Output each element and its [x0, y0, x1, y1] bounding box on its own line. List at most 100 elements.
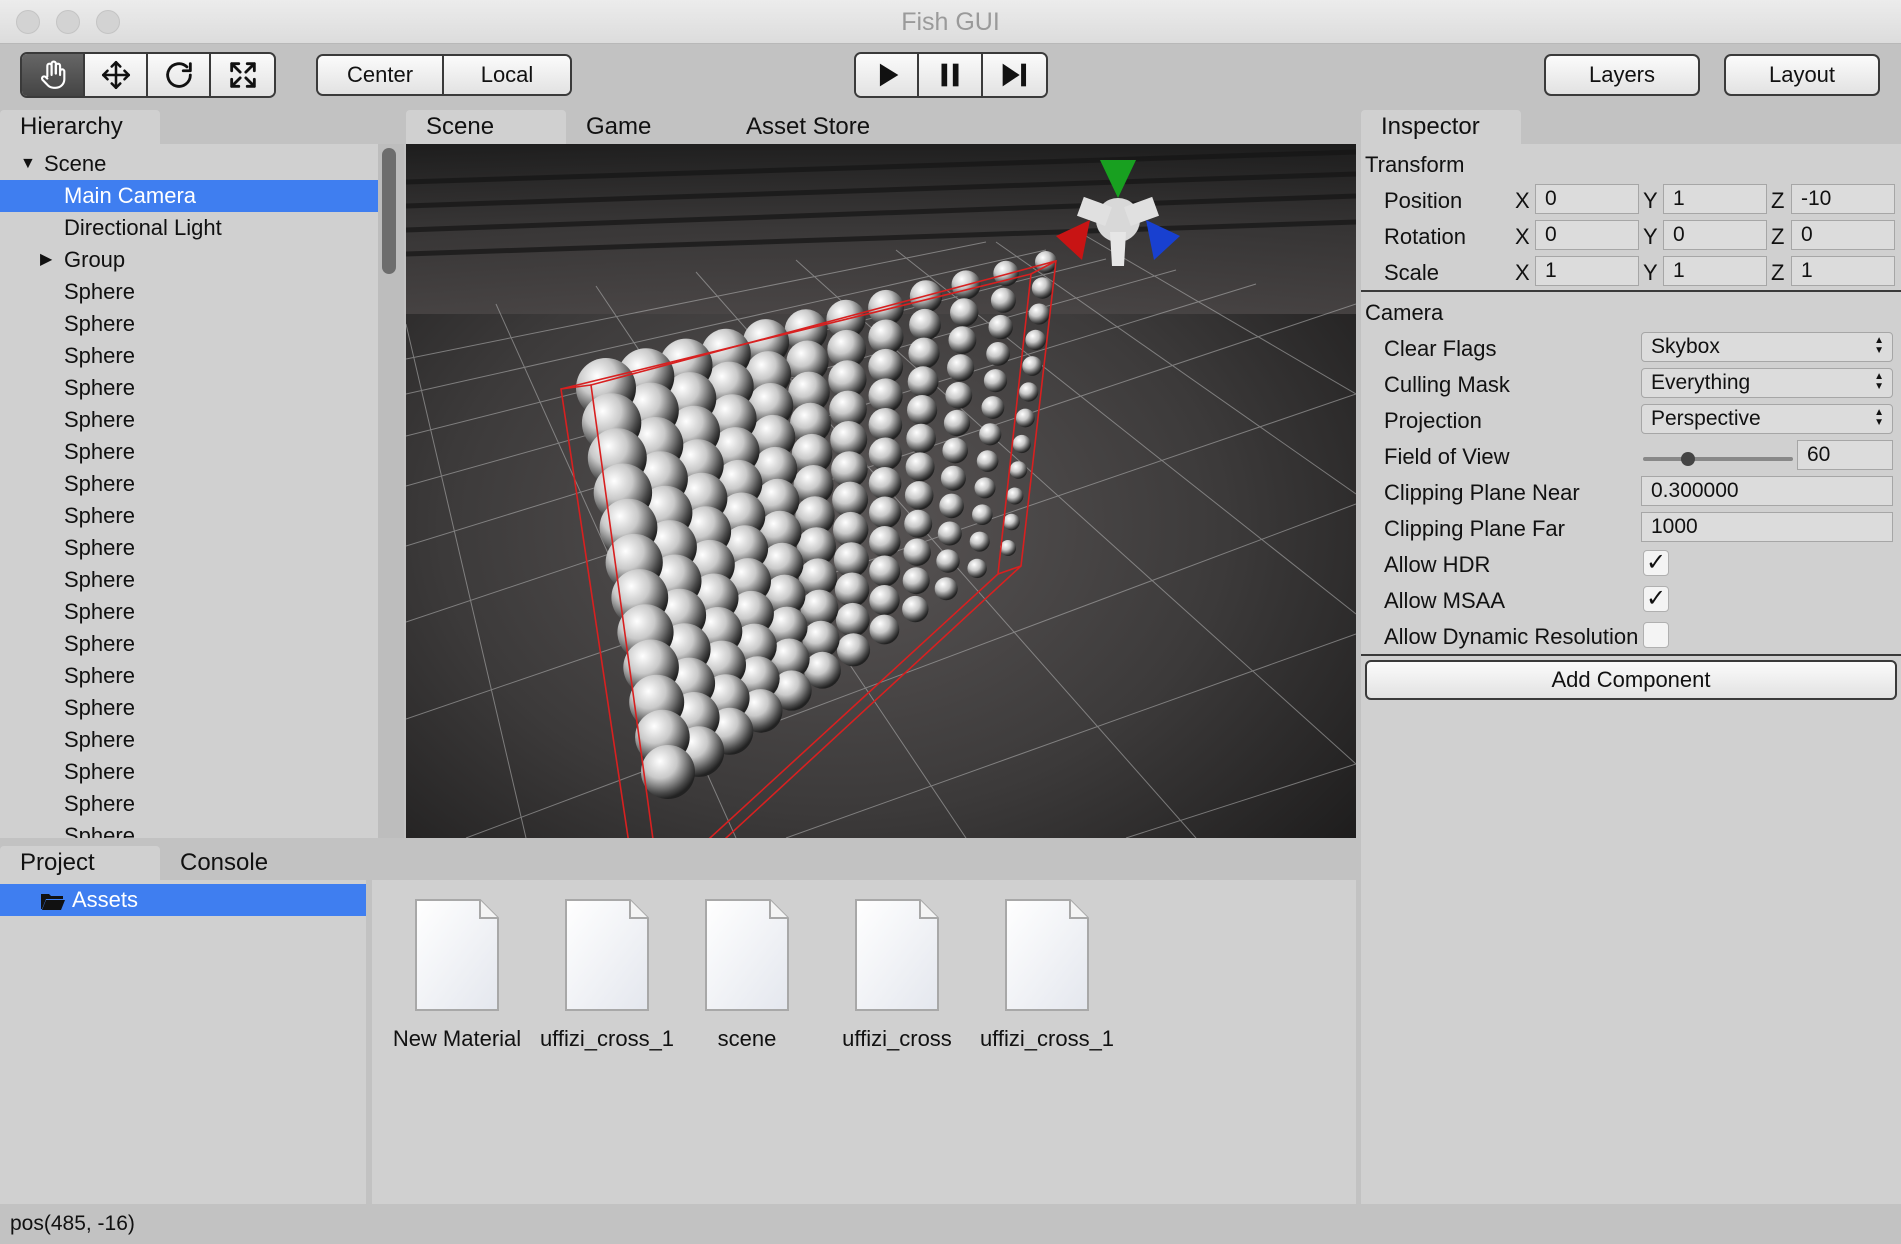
- clip-near-field[interactable]: 0.300000: [1641, 476, 1893, 506]
- sphere-object[interactable]: [904, 509, 933, 538]
- sphere-object[interactable]: [1019, 382, 1039, 402]
- sphere-object[interactable]: [835, 602, 870, 637]
- layout-button[interactable]: Layout: [1724, 54, 1880, 96]
- sphere-object[interactable]: [869, 555, 901, 587]
- hierarchy-item[interactable]: Sphere: [0, 756, 380, 788]
- sphere-object[interactable]: [868, 437, 902, 471]
- asset-item[interactable]: scene: [672, 898, 822, 1052]
- tab-game[interactable]: Game: [566, 110, 726, 144]
- tab-hierarchy[interactable]: Hierarchy: [0, 110, 160, 144]
- sphere-object[interactable]: [1012, 434, 1031, 454]
- hierarchy-item[interactable]: Sphere: [0, 276, 380, 308]
- asset-item[interactable]: uffizi_cross_1: [532, 898, 682, 1052]
- projection-dropdown[interactable]: Perspective ▲ ▼: [1641, 404, 1893, 434]
- tab-scene[interactable]: Scene: [406, 110, 566, 144]
- sphere-object[interactable]: [967, 558, 987, 579]
- scale-tool-button[interactable]: [211, 54, 274, 96]
- scale-y-field[interactable]: 1: [1663, 256, 1767, 286]
- sphere-object[interactable]: [868, 467, 902, 500]
- sphere-object[interactable]: [1006, 487, 1024, 505]
- sphere-object[interactable]: [907, 395, 938, 426]
- sphere-object[interactable]: [940, 465, 966, 491]
- sphere-object[interactable]: [972, 504, 993, 525]
- allow-dynamic-resolution-checkbox[interactable]: [1643, 622, 1669, 648]
- sphere-object[interactable]: [902, 595, 929, 623]
- rotate-tool-button[interactable]: [148, 54, 212, 96]
- sphere-object[interactable]: [979, 423, 1002, 446]
- hierarchy-item[interactable]: ▶ Group: [0, 244, 380, 276]
- sphere-object[interactable]: [969, 531, 990, 552]
- sphere-object[interactable]: [983, 369, 1008, 393]
- sphere-object[interactable]: [1000, 540, 1016, 556]
- add-component-button[interactable]: Add Component: [1365, 660, 1897, 700]
- hierarchy-item[interactable]: Sphere: [0, 340, 380, 372]
- sphere-object[interactable]: [937, 521, 962, 546]
- sphere-object[interactable]: [942, 437, 968, 464]
- hierarchy-item[interactable]: ▼ Scene: [0, 148, 380, 180]
- hierarchy-item[interactable]: Sphere: [0, 372, 380, 404]
- asset-item[interactable]: uffizi_cross_1: [972, 898, 1122, 1052]
- hierarchy-item[interactable]: Sphere: [0, 436, 380, 468]
- position-z-field[interactable]: -10: [1791, 184, 1895, 214]
- sphere-object[interactable]: [869, 496, 901, 529]
- center-pivot-button[interactable]: Center: [318, 56, 445, 94]
- allow-hdr-checkbox[interactable]: ✓: [1643, 550, 1669, 576]
- sphere-object[interactable]: [868, 408, 903, 442]
- hierarchy-item[interactable]: Sphere: [0, 564, 380, 596]
- pause-button[interactable]: [919, 54, 983, 96]
- sphere-object[interactable]: [905, 452, 935, 482]
- tab-asset-store[interactable]: Asset Store: [726, 110, 966, 144]
- sphere-object[interactable]: [974, 477, 996, 499]
- sphere-object[interactable]: [902, 567, 930, 595]
- hierarchy-item[interactable]: Sphere: [0, 500, 380, 532]
- project-tree-item-assets[interactable]: Assets: [0, 884, 366, 916]
- sphere-object[interactable]: [1009, 461, 1028, 479]
- sphere-object[interactable]: [904, 481, 934, 510]
- sphere-object[interactable]: [943, 409, 971, 437]
- sphere-object[interactable]: [936, 549, 960, 573]
- position-x-field[interactable]: 0: [1535, 184, 1639, 214]
- position-y-field[interactable]: 1: [1663, 184, 1767, 214]
- sphere-object[interactable]: [981, 396, 1005, 419]
- sphere-object[interactable]: [1031, 277, 1054, 299]
- sphere-object[interactable]: [950, 298, 979, 327]
- sphere-object[interactable]: [906, 423, 936, 454]
- expand-triangle-right-icon[interactable]: ▶: [40, 244, 52, 276]
- sphere-object[interactable]: [869, 614, 900, 645]
- sphere-object[interactable]: [934, 577, 958, 601]
- sphere-object[interactable]: [834, 572, 870, 607]
- sphere-object[interactable]: [833, 542, 869, 578]
- sphere-object[interactable]: [976, 450, 999, 472]
- local-pivot-button[interactable]: Local: [444, 56, 570, 94]
- sphere-object[interactable]: [1003, 513, 1020, 531]
- hand-tool-button[interactable]: [22, 54, 86, 96]
- clip-far-field[interactable]: 1000: [1641, 512, 1893, 542]
- play-button[interactable]: [856, 54, 920, 96]
- scale-z-field[interactable]: 1: [1791, 256, 1895, 286]
- allow-msaa-checkbox[interactable]: ✓: [1643, 586, 1669, 612]
- sphere-object[interactable]: [948, 326, 977, 354]
- hierarchy-item[interactable]: Sphere: [0, 660, 380, 692]
- tab-console[interactable]: Console: [160, 846, 320, 880]
- scene-render[interactable]: [406, 144, 1356, 838]
- tab-inspector[interactable]: Inspector: [1361, 110, 1521, 144]
- hierarchy-item[interactable]: Sphere: [0, 468, 380, 500]
- sphere-object[interactable]: [641, 745, 695, 799]
- sphere-object[interactable]: [903, 538, 931, 566]
- sphere-object[interactable]: [986, 342, 1010, 366]
- hierarchy-item[interactable]: Sphere: [0, 404, 380, 436]
- hierarchy-item[interactable]: Sphere: [0, 308, 380, 340]
- hierarchy-item[interactable]: Sphere: [0, 692, 380, 724]
- sphere-object[interactable]: [1028, 303, 1050, 325]
- rotation-y-field[interactable]: 0: [1663, 220, 1767, 250]
- culling-mask-dropdown[interactable]: Everything ▲ ▼: [1641, 368, 1893, 398]
- hierarchy-item[interactable]: Sphere: [0, 628, 380, 660]
- slider-knob[interactable]: [1681, 452, 1695, 466]
- sphere-object[interactable]: [869, 585, 900, 616]
- sphere-object[interactable]: [990, 287, 1016, 313]
- sphere-object[interactable]: [947, 354, 975, 382]
- sphere-object[interactable]: [945, 382, 973, 409]
- hierarchy-item[interactable]: Main Camera: [0, 180, 380, 212]
- hierarchy-item[interactable]: Sphere: [0, 596, 380, 628]
- sphere-object[interactable]: [868, 378, 903, 413]
